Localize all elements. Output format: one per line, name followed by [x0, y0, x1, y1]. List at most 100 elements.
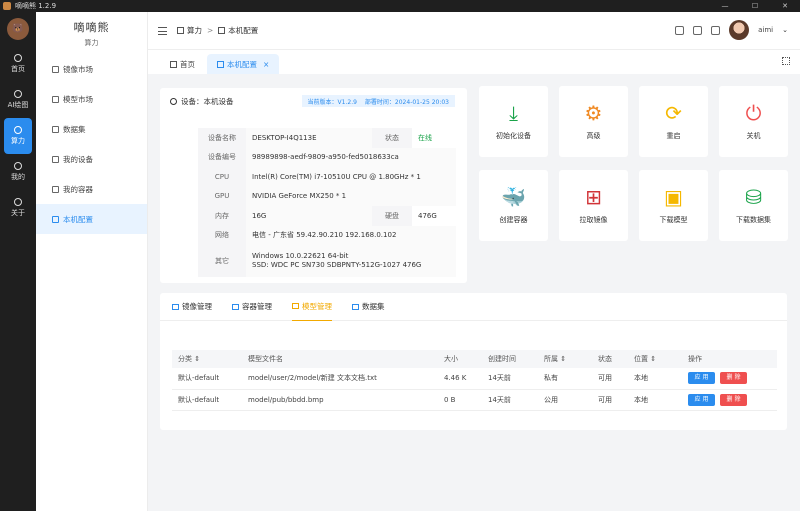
- table-cell: 公用: [538, 389, 592, 411]
- table-cell: 0 B: [438, 389, 482, 411]
- download-model-button[interactable]: ▣ 下载模型: [639, 170, 708, 241]
- sidebar-item-local-config[interactable]: 本机配置: [36, 204, 147, 234]
- grid-icon[interactable]: [782, 57, 790, 65]
- sidebar-item-model-market[interactable]: 模型市场: [36, 84, 147, 114]
- download-icon: ⤓: [509, 100, 518, 125]
- container-icon: [52, 185, 59, 193]
- gear-icon: ⚙: [584, 100, 603, 125]
- model-market-icon: [52, 95, 59, 103]
- shutdown-button[interactable]: ⏻ 关机: [719, 86, 788, 157]
- breadcrumb-local-config: 本机配置: [228, 26, 259, 35]
- table-cell: 私有: [538, 368, 592, 390]
- window-title: 嘀嘀熊 1.2.9: [15, 2, 57, 10]
- maximize-button[interactable]: ☐: [740, 0, 770, 12]
- sidebar-item-image-market[interactable]: 镜像市场: [36, 54, 147, 84]
- column-header[interactable]: 模型文件名: [242, 350, 438, 368]
- apply-button[interactable]: 应 用: [688, 372, 715, 385]
- deploy-time: 部署时间：2024-01-25 20:03: [364, 98, 449, 106]
- sidebar-item-my-containers[interactable]: 我的容器: [36, 174, 147, 204]
- column-header[interactable]: 分类 ⇕: [172, 350, 242, 368]
- menu-collapse-icon[interactable]: [158, 26, 167, 35]
- database-icon: ⛁: [745, 184, 762, 209]
- dataset-icon: [52, 125, 59, 133]
- user-icon: [14, 162, 22, 170]
- windows-icon: ⊞: [585, 184, 602, 209]
- sidebar-item-dataset[interactable]: 数据集: [36, 114, 147, 144]
- create-container-button[interactable]: 🐳 创建容器: [479, 170, 548, 241]
- nav-rail: 🐻 首页 AI绘图 算力 我的 关于: [0, 12, 36, 511]
- status-online: 在线: [418, 133, 432, 142]
- pull-image-button[interactable]: ⊞ 拉取镜像: [559, 170, 628, 241]
- tab-dataset[interactable]: 数据集: [352, 293, 385, 321]
- device-id: 98989898-aedf-9809-a950-fed5018633ca: [246, 147, 456, 167]
- minimize-button[interactable]: —: [710, 0, 740, 12]
- top-bar: 算力 > 本机配置 aimi ⌄: [148, 12, 800, 50]
- avatar[interactable]: [729, 20, 750, 40]
- table-cell: 本地: [628, 389, 682, 411]
- column-header[interactable]: 所属 ⇕: [538, 350, 592, 368]
- brand-subtitle: 算力: [84, 38, 99, 47]
- tab-home[interactable]: 首页: [160, 54, 205, 74]
- download-dataset-button[interactable]: ⛁ 下载数据集: [719, 170, 788, 241]
- tab-image-manage[interactable]: 镜像管理: [172, 293, 212, 321]
- power-icon: ⏻: [745, 100, 762, 125]
- version-text: 当前版本：V1.2.9: [307, 98, 357, 106]
- breadcrumb: 算力 > 本机配置: [177, 25, 258, 36]
- main-area: 算力 > 本机配置 aimi ⌄ 首页 本机配置 × 设备：本机设备 当前版本：V…: [148, 12, 800, 511]
- tab-local-config[interactable]: 本机配置 ×: [207, 54, 280, 74]
- device-icon: [52, 155, 59, 163]
- delete-button[interactable]: 删 除: [720, 393, 747, 406]
- device-spec-table: 设备名称 DESKTOP-I4Q113E 状态 在线 设备编号 98989898-aed…: [198, 128, 456, 277]
- apply-button[interactable]: 应 用: [688, 393, 715, 406]
- about-icon: [14, 198, 22, 206]
- table-cell: 14天前: [482, 389, 538, 411]
- device-name: DESKTOP-I4Q113E: [246, 128, 372, 148]
- column-header[interactable]: 位置 ⇕: [628, 350, 682, 368]
- rail-item-home[interactable]: 首页: [0, 46, 36, 82]
- box-icon: ▣: [664, 184, 683, 209]
- dataset-icon: [352, 303, 359, 310]
- bell-icon[interactable]: [693, 25, 703, 35]
- container-icon: [232, 303, 239, 310]
- column-header[interactable]: 状态: [592, 350, 628, 368]
- table-row: 默认-default model/user/2/model/新建 文本文档.txt…: [172, 368, 777, 390]
- row-actions: 应 用删 除: [682, 389, 777, 411]
- chevron-down-icon[interactable]: ⌄: [782, 26, 788, 34]
- rail-item-ai-draw[interactable]: AI绘图: [0, 82, 36, 118]
- title-bar: 嘀嘀熊 1.2.9 — ☐ ✕: [0, 0, 800, 12]
- table-cell: 14天前: [482, 368, 538, 390]
- restart-button[interactable]: ⟳ 重启: [639, 86, 708, 157]
- rail-item-compute[interactable]: 算力: [4, 118, 32, 154]
- table-cell: 默认-default: [172, 368, 242, 390]
- refresh-icon: ⟳: [665, 100, 682, 125]
- column-header[interactable]: 操作: [682, 350, 777, 368]
- table-cell: 可用: [592, 389, 628, 411]
- rail-item-mine[interactable]: 我的: [0, 154, 36, 190]
- user-name[interactable]: aimi: [758, 26, 773, 34]
- tab-container-manage[interactable]: 容器管理: [232, 293, 272, 321]
- memory-value: 16G: [246, 206, 372, 226]
- delete-button[interactable]: 删 除: [720, 372, 747, 385]
- table-cell: 可用: [592, 368, 628, 390]
- fullscreen-icon[interactable]: [711, 25, 721, 35]
- table-cell: 本地: [628, 368, 682, 390]
- rail-item-about[interactable]: 关于: [0, 190, 36, 226]
- device-title: 设备：本机设备: [181, 96, 234, 106]
- column-header[interactable]: 大小: [438, 350, 482, 368]
- table-row: 默认-default model/pub/bbdd.bmp 0 B 14天前 公用 可用本…: [172, 389, 777, 411]
- resource-card: 镜像管理 容器管理 模型管理 数据集 分类 ⇕ 模型文件名 大小 创建时间 所属 ⇕ 状态…: [160, 293, 787, 430]
- docker-icon: 🐳: [501, 184, 526, 209]
- close-button[interactable]: ✕: [770, 0, 800, 12]
- column-header[interactable]: 创建时间: [482, 350, 538, 368]
- network-value: 电信 - 广东省 59.42.90.210 192.168.0.102: [246, 225, 456, 245]
- cpu-value: Intel(R) Core(TM) i7-10510U CPU @ 1.80GH…: [246, 167, 456, 187]
- advanced-button[interactable]: ⚙ 高级: [559, 86, 628, 157]
- close-tab-icon[interactable]: ×: [263, 60, 269, 69]
- breadcrumb-compute[interactable]: 算力: [187, 25, 202, 36]
- lock-icon[interactable]: [675, 25, 685, 35]
- model-icon: [292, 303, 299, 309]
- init-device-button[interactable]: ⤓ 初始化设备: [479, 86, 548, 157]
- sidebar-item-my-devices[interactable]: 我的设备: [36, 144, 147, 174]
- tab-model-manage[interactable]: 模型管理: [292, 293, 332, 321]
- monitor-icon: [217, 60, 224, 68]
